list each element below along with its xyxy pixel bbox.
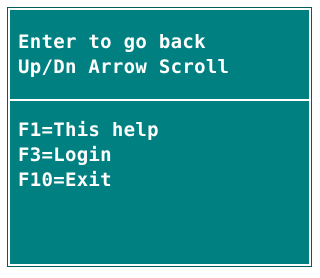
key-f1-help[interactable]: F1=This help	[18, 118, 159, 143]
function-keys-section: F1=This help F3=Login F10=Exit	[18, 118, 159, 193]
instruction-enter-back: Enter to go back	[18, 31, 206, 53]
divider	[10, 99, 309, 101]
key-f3-login[interactable]: F3=Login	[18, 143, 159, 168]
instructions-section: Enter to go back Up/Dn Arrow Scroll	[18, 30, 229, 80]
key-f10-exit[interactable]: F10=Exit	[18, 168, 159, 193]
instruction-arrow-scroll: Up/Dn Arrow Scroll	[18, 56, 230, 78]
help-panel: Enter to go back Up/Dn Arrow Scroll F1=T…	[7, 7, 312, 267]
